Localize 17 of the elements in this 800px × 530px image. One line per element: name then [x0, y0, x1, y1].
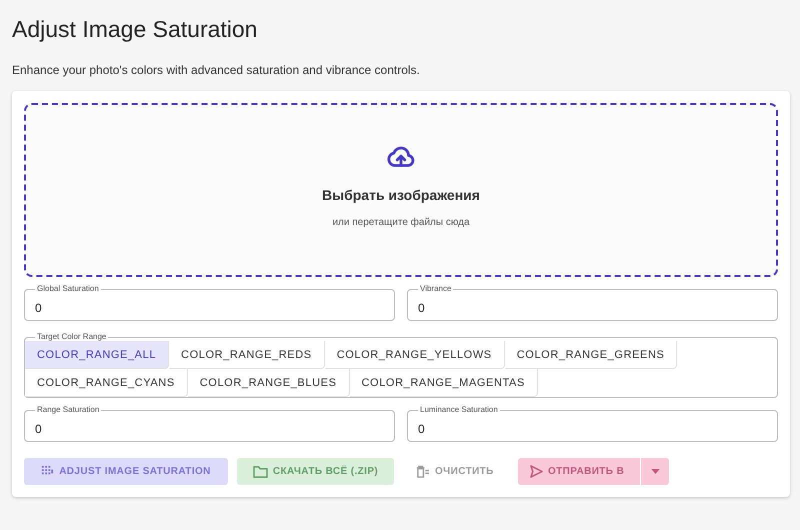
range-option[interactable]: COLOR_RANGE_CYANS — [25, 369, 188, 397]
page-description: Enhance your photo's colors with advanced saturation and vibrance controls. — [12, 63, 421, 77]
field-label: Target Color Range — [36, 333, 108, 341]
range-option[interactable]: COLOR_RANGE_ALL — [25, 341, 170, 369]
caret-icon — [650, 469, 660, 474]
page-title: Adjust Image Saturation — [12, 15, 258, 43]
send-icon — [530, 465, 543, 478]
folder-icon — [252, 465, 268, 478]
range-option[interactable]: COLOR_RANGE_GREENS — [504, 341, 678, 369]
range-option[interactable]: COLOR_RANGE_YELLOWS — [324, 341, 505, 369]
dropzone[interactable]: Выбрать изображения или перетащите файлы сюда — [24, 103, 778, 277]
range-option[interactable]: COLOR_RANGE_MAGENTAS — [350, 369, 538, 397]
range-option[interactable]: COLOR_RANGE_BLUES — [188, 369, 350, 397]
dropzone-title: Выбрать изображения — [322, 187, 480, 203]
dropzone-hint: или перетащите файлы сюда — [332, 217, 470, 228]
trash-icon — [415, 465, 430, 478]
range-option[interactable]: COLOR_RANGE_REDS — [169, 341, 325, 369]
